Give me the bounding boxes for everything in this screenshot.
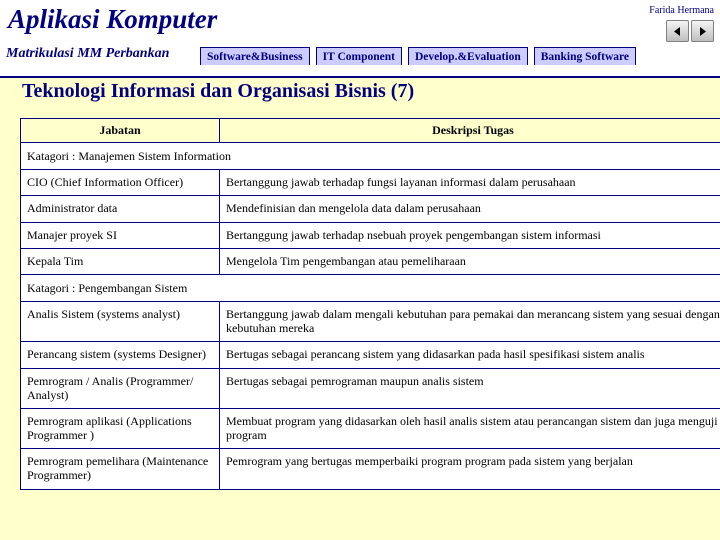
cell-deskripsi: Membuat program yang didasarkan oleh has… bbox=[219, 407, 720, 450]
tab-banking-software[interactable]: Banking Software bbox=[533, 47, 637, 65]
cell-deskripsi: Bertugas sebagai perancang sistem yang d… bbox=[219, 341, 720, 369]
content-table-wrapper: Jabatan Deskripsi Tugas Katagori : Manaj… bbox=[20, 117, 720, 490]
slide-title: Teknologi Informasi dan Organisasi Bisni… bbox=[22, 80, 415, 102]
cell-deskripsi: Bertanggung jawab terhadap fungsi layana… bbox=[219, 169, 720, 197]
table-row: Manajer proyek SI Bertanggung jawab terh… bbox=[20, 221, 720, 249]
cell-jabatan: Pemrogram aplikasi (Applications Program… bbox=[20, 407, 220, 450]
category-label: Katagori : Manajemen Sistem Information bbox=[20, 142, 720, 171]
page-title: Aplikasi Komputer bbox=[8, 4, 218, 34]
column-header-jabatan: Jabatan bbox=[20, 117, 220, 144]
cell-deskripsi: Mengelola Tim pengembangan atau pemeliha… bbox=[219, 247, 720, 275]
cell-jabatan: Perancang sistem (systems Designer) bbox=[20, 341, 220, 369]
table-row: Pemrogram / Analis (Programmer/ Analyst)… bbox=[20, 367, 720, 409]
cell-jabatan: Pemrogram pemelihara (Maintenance Progra… bbox=[20, 448, 220, 490]
cell-jabatan: CIO (Chief Information Officer) bbox=[20, 169, 220, 197]
tab-develop-evaluation[interactable]: Develop.&Evaluation bbox=[407, 47, 528, 65]
navigation-arrows bbox=[666, 20, 714, 42]
table-header-row: Jabatan Deskripsi Tugas bbox=[20, 117, 720, 144]
cell-deskripsi: Bertanggung jawab terhadap nsebuah proye… bbox=[219, 221, 720, 249]
table-row: Perancang sistem (systems Designer) Bert… bbox=[20, 341, 720, 369]
left-triangle-icon bbox=[674, 26, 680, 36]
prev-button[interactable] bbox=[666, 20, 689, 42]
table-row-category: Katagori : Pengembangan Sistem bbox=[20, 273, 720, 303]
category-label: Katagori : Pengembangan Sistem bbox=[20, 273, 720, 303]
slide-header: Aplikasi Komputer Matrikulasi MM Perbank… bbox=[0, 0, 720, 78]
author-label: Farida Hermana bbox=[649, 5, 714, 16]
table-row: Administrator data Mendefinisian dan men… bbox=[20, 195, 720, 223]
table-row: Pemrogram pemelihara (Maintenance Progra… bbox=[20, 448, 720, 490]
tab-it-component[interactable]: IT Component bbox=[315, 47, 402, 65]
table-row-category: Katagori : Manajemen Sistem Information bbox=[20, 142, 720, 171]
next-button[interactable] bbox=[691, 20, 714, 42]
cell-jabatan: Administrator data bbox=[20, 195, 220, 223]
content-table: Jabatan Deskripsi Tugas Katagori : Manaj… bbox=[20, 117, 720, 490]
cell-deskripsi: Bertanggung jawab dalam mengali kebutuha… bbox=[219, 301, 720, 343]
table-row: Kepala Tim Mengelola Tim pengembangan at… bbox=[20, 247, 720, 275]
right-triangle-icon bbox=[700, 26, 706, 36]
tab-bar: Software&Business IT Component Develop.&… bbox=[200, 47, 642, 67]
table-row: Analis Sistem (systems analyst) Bertangg… bbox=[20, 301, 720, 343]
table-row: Pemrogram aplikasi (Applications Program… bbox=[20, 407, 720, 450]
column-header-deskripsi: Deskripsi Tugas bbox=[219, 117, 720, 144]
cell-jabatan: Kepala Tim bbox=[20, 247, 220, 275]
cell-jabatan: Analis Sistem (systems analyst) bbox=[20, 301, 220, 343]
page-subtitle: Matrikulasi MM Perbankan bbox=[6, 46, 170, 61]
cell-jabatan: Pemrogram / Analis (Programmer/ Analyst) bbox=[20, 367, 220, 409]
table-row: CIO (Chief Information Officer) Bertangg… bbox=[20, 169, 720, 197]
cell-jabatan: Manajer proyek SI bbox=[20, 221, 220, 249]
tab-software-business[interactable]: Software&Business bbox=[200, 47, 310, 65]
cell-deskripsi: Mendefinisian dan mengelola data dalam p… bbox=[219, 195, 720, 223]
cell-deskripsi: Pemrogram yang bertugas memperbaiki prog… bbox=[219, 448, 720, 490]
cell-deskripsi: Bertugas sebagai pemrograman maupun anal… bbox=[219, 367, 720, 409]
